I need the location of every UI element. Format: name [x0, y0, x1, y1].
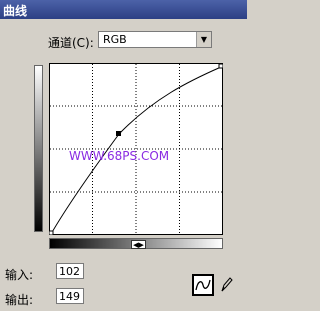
curve-tool-button[interactable]	[192, 274, 214, 296]
slider-arrows-icon[interactable]: ◀▶	[131, 240, 146, 249]
curves-dialog: 曲线 通道(C): RGB ▼ WWW.68PS.COM ◀▶ 输入: 输出:	[0, 0, 247, 311]
watermark-text: WWW.68PS.COM	[69, 149, 169, 163]
window-title: 曲线	[3, 4, 28, 18]
curve-tool-icon	[195, 279, 211, 291]
input-label: 输入:	[5, 268, 34, 282]
dropdown-arrow-icon[interactable]: ▼	[196, 32, 211, 47]
pencil-icon	[221, 277, 233, 292]
curve-graph[interactable]: WWW.68PS.COM	[49, 63, 223, 235]
channel-label: 通道(C):	[48, 36, 94, 50]
pencil-tool-button[interactable]	[215, 274, 237, 296]
curve-point-end	[218, 63, 223, 69]
curve-tools	[191, 273, 238, 297]
input-field[interactable]	[56, 263, 84, 279]
curve-point-start	[49, 230, 54, 235]
output-label: 输出:	[5, 293, 34, 307]
curve-point-selected	[116, 131, 121, 136]
output-gradient-bar	[34, 65, 43, 232]
output-field[interactable]	[56, 288, 84, 304]
channel-value: RGB	[103, 33, 127, 46]
title-bar: 曲线	[0, 0, 247, 19]
channel-select[interactable]: RGB ▼	[98, 31, 212, 48]
